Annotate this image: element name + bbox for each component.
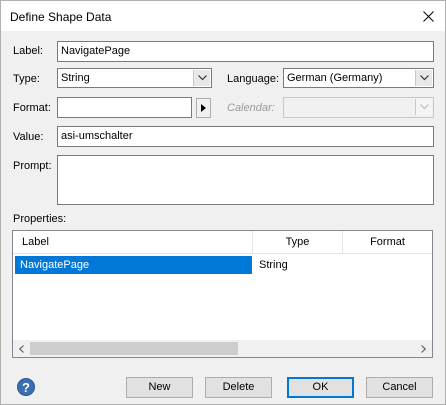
cancel-button[interactable]: Cancel	[366, 377, 433, 398]
chevron-down-icon	[419, 104, 429, 110]
delete-button[interactable]: Delete	[205, 377, 272, 398]
calendar-select[interactable]	[283, 97, 434, 118]
language-select[interactable]: German (Germany)	[283, 68, 434, 88]
close-button[interactable]	[411, 1, 445, 31]
label-input[interactable]: NavigatePage	[57, 41, 434, 62]
triangle-right-icon	[201, 104, 206, 112]
format-input[interactable]	[57, 97, 192, 118]
language-field-label: Language:	[227, 73, 279, 85]
scroll-left-button[interactable]	[13, 340, 30, 357]
help-button[interactable]: ?	[17, 378, 35, 396]
language-dropdown-button[interactable]	[415, 70, 432, 86]
chevron-right-icon	[421, 344, 426, 353]
prompt-field-label: Prompt:	[13, 160, 52, 172]
type-field-label: Type:	[13, 73, 40, 85]
ok-button[interactable]: OK	[287, 377, 354, 398]
prompt-textarea[interactable]	[57, 155, 434, 205]
chevron-down-icon	[197, 75, 207, 81]
window-title: Define Shape Data	[10, 10, 112, 24]
chevron-left-icon	[19, 344, 24, 353]
define-shape-data-dialog: Define Shape Data Label: NavigatePage Ty…	[0, 0, 446, 405]
properties-label: Properties:	[13, 213, 67, 225]
column-header-format[interactable]: Format	[343, 231, 432, 253]
type-select-value: String	[61, 72, 90, 84]
row-label-cell: NavigatePage	[15, 256, 252, 274]
format-field-label: Format:	[13, 102, 51, 114]
close-icon	[422, 10, 434, 22]
chevron-down-icon	[419, 75, 429, 81]
language-select-value: German (Germany)	[287, 72, 383, 84]
value-input[interactable]: asi-umschalter	[57, 126, 434, 147]
new-button[interactable]: New	[126, 377, 193, 398]
properties-list[interactable]: Label Type Format NavigatePage String	[12, 230, 433, 358]
calendar-dropdown-button[interactable]	[415, 99, 432, 115]
row-type-cell: String	[259, 259, 288, 271]
table-row[interactable]: NavigatePage String	[13, 256, 432, 274]
column-header-label[interactable]: Label	[13, 231, 253, 253]
label-field-label: Label:	[13, 45, 43, 57]
row-format-cell	[343, 256, 431, 274]
type-select[interactable]: String	[57, 68, 212, 88]
format-picker-button[interactable]	[196, 98, 211, 118]
calendar-field-label: Calendar:	[227, 102, 275, 114]
title-bar: Define Shape Data	[1, 1, 445, 31]
horizontal-scrollbar[interactable]	[13, 340, 432, 357]
scroll-right-button[interactable]	[415, 340, 432, 357]
column-header-type[interactable]: Type	[253, 231, 343, 253]
type-dropdown-button[interactable]	[193, 70, 210, 86]
value-field-label: Value:	[13, 131, 44, 143]
scroll-thumb[interactable]	[30, 342, 238, 355]
properties-header: Label Type Format	[13, 231, 432, 254]
help-icon: ?	[22, 379, 30, 395]
